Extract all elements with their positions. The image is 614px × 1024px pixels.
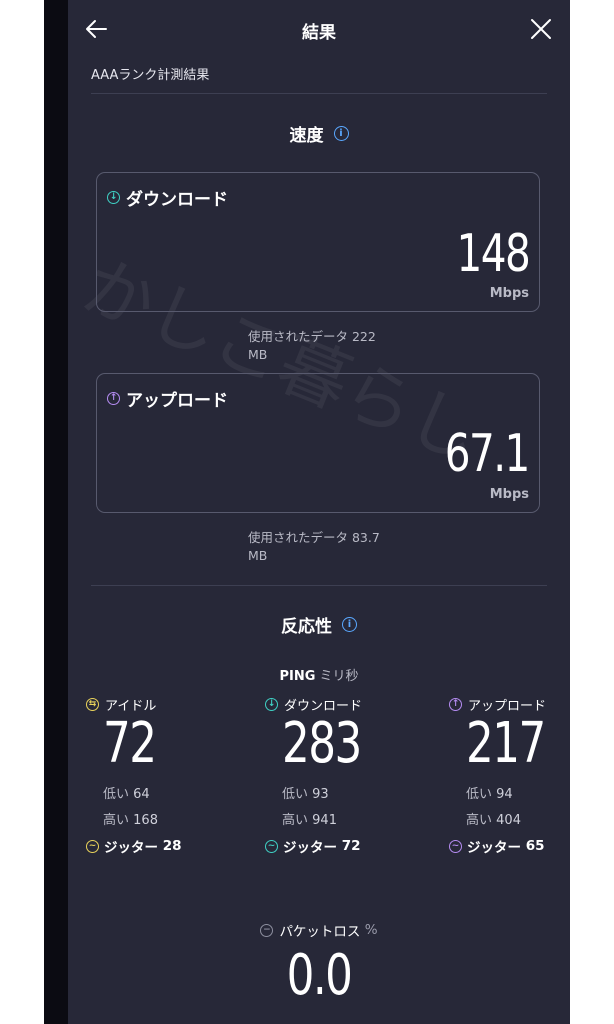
upload-data-used: 使用されたデータ 83.7 MB [248, 529, 398, 565]
ping-heading: PING ミリ秒 [68, 665, 570, 684]
upload-speed-unit: Mbps [489, 487, 529, 502]
download-jitter-value: 72 [341, 838, 361, 854]
packet-loss-label-text: パケットロス [279, 924, 361, 940]
jitter-label: ジッター [104, 840, 158, 856]
download-label: ↓ ダウンロード [107, 185, 228, 210]
download-speed-value: 148 [456, 224, 530, 284]
jitter-icon: ~ [265, 839, 278, 853]
upload-high-value: 404 [496, 813, 521, 828]
download-icon: ↓ [107, 191, 120, 204]
close-button[interactable] [526, 14, 556, 44]
upload-speed-card: ↑ アップロード 67.1 Mbps [96, 373, 540, 513]
idle-jitter: ~ ジッター 28 [86, 836, 226, 856]
jitter-icon: ~ [449, 839, 462, 853]
ping-label: PING [279, 669, 316, 684]
upload-ping-value: 217 [466, 711, 546, 776]
ping-idle-column: ⇆ アイドル 72 低い 64 高い 168 ~ ジッター 28 [86, 695, 226, 856]
idle-ping-value: 72 [103, 711, 157, 776]
jitter-label: ジッター [467, 840, 521, 856]
results-screen: かしこ暮らし 結果 AAAランク計測結果 速度 i ↓ ダウンロード 148 Mbp… [68, 0, 570, 1024]
jitter-icon: ~ [86, 839, 99, 853]
download-data-used: 使用されたデータ 222 MB [248, 328, 398, 364]
jitter-label: ジッター [283, 840, 337, 856]
divider [91, 585, 547, 586]
idle-low-high: 低い 64 高い 168 [103, 782, 226, 834]
upload-low-high: 低い 94 高い 404 [466, 782, 570, 834]
download-speed-card: ↓ ダウンロード 148 Mbps [96, 172, 540, 312]
divider [91, 93, 547, 94]
upload-icon: ↑ [449, 698, 462, 711]
download-high-value: 941 [312, 813, 337, 828]
idle-jitter-value: 28 [162, 838, 182, 854]
speed-title-text: 速度 [289, 126, 324, 146]
ping-download-column: ↓ ダウンロード 283 低い 93 高い 941 ~ ジッター 72 [265, 695, 405, 856]
packet-loss-label: − パケットロス % [68, 920, 570, 940]
idle-high-value: 168 [133, 813, 158, 828]
ping-upload-column: ↑ アップロード 217 低い 94 高い 404 ~ ジッター 65 [449, 695, 570, 856]
upload-low-value: 94 [496, 787, 513, 802]
idle-low-value: 64 [133, 787, 150, 802]
low-label: 低い [103, 787, 130, 802]
upload-jitter: ~ ジッター 65 [449, 836, 570, 856]
speed-section-title: 速度 i [68, 121, 570, 146]
download-speed-unit: Mbps [489, 286, 529, 301]
download-icon: ↓ [265, 698, 278, 711]
packet-loss-icon: − [260, 923, 274, 937]
responsiveness-title-text: 反応性 [281, 617, 332, 637]
packet-loss-value: 0.0 [286, 943, 353, 1008]
low-label: 低い [466, 787, 493, 802]
download-data-used-line2: MB [248, 347, 268, 362]
close-icon [531, 19, 551, 39]
packet-loss-unit: % [364, 922, 378, 938]
download-label-text: ダウンロード [126, 190, 228, 210]
result-subtitle: AAAランク計測結果 [91, 68, 210, 83]
high-label: 高い [282, 813, 309, 828]
header: 結果 [68, 0, 570, 60]
download-low-high: 低い 93 高い 941 [282, 782, 405, 834]
idle-icon: ⇆ [86, 698, 99, 711]
download-data-used-line1: 使用されたデータ 222 [248, 329, 376, 344]
upload-icon: ↑ [107, 392, 120, 405]
download-ping-value: 283 [282, 711, 362, 776]
low-label: 低い [282, 787, 309, 802]
info-icon[interactable]: i [333, 126, 349, 141]
page-title: 結果 [302, 23, 336, 43]
info-icon[interactable]: i [342, 617, 357, 632]
responsiveness-section-title: 反応性 i [68, 612, 570, 637]
download-low-value: 93 [312, 787, 329, 802]
download-jitter: ~ ジッター 72 [265, 836, 405, 856]
upload-jitter-value: 65 [525, 838, 545, 854]
upload-data-used-line2: MB [248, 548, 268, 563]
high-label: 高い [466, 813, 493, 828]
upload-label-text: アップロード [126, 391, 228, 411]
high-label: 高い [103, 813, 130, 828]
upload-speed-value: 67.1 [444, 424, 531, 484]
upload-data-used-line1: 使用されたデータ 83.7 [248, 530, 380, 545]
upload-label: ↑ アップロード [107, 386, 228, 411]
left-dark-stripe [44, 0, 68, 1024]
ping-unit: ミリ秒 [319, 669, 359, 684]
